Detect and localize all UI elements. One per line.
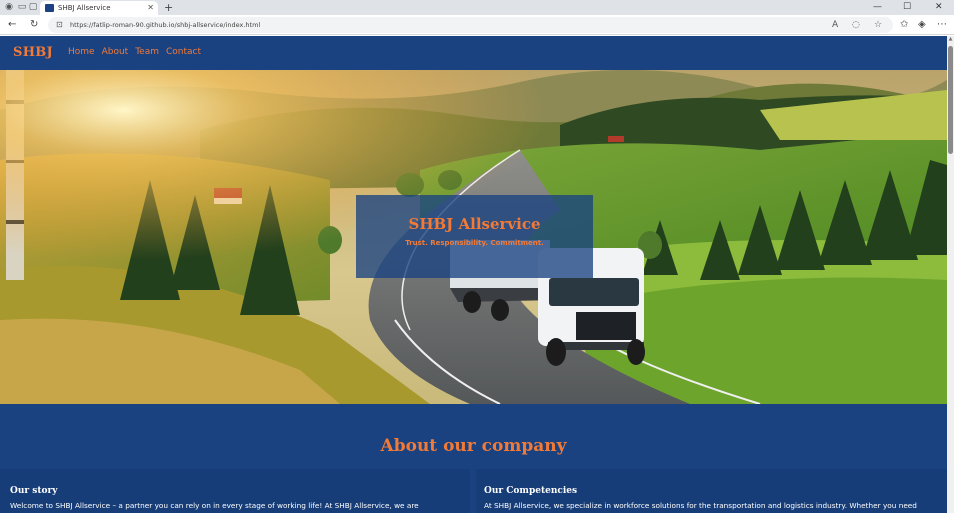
close-icon[interactable]: ✕ (147, 1, 154, 15)
window-close-icon[interactable]: ✕ (935, 0, 943, 15)
read-aloud-icon[interactable]: A (832, 17, 838, 33)
minimize-icon[interactable]: — (873, 0, 882, 15)
address-bar[interactable]: ⊡ https://fatlip-roman-90.github.io/shbj… (48, 17, 893, 33)
about-title: About our company (380, 436, 567, 456)
vertical-scrollbar[interactable]: ▲ (947, 36, 954, 513)
competencies-card: Our Competencies At SHBJ Allservice, we … (476, 469, 947, 513)
browser-tab[interactable]: SHBJ Allservice ✕ (40, 1, 158, 15)
maximize-icon[interactable]: ☐ (903, 0, 911, 15)
scrollbar-thumb[interactable] (948, 46, 953, 154)
browser-tab-bar: ◉ ▭ ▢ SHBJ Allservice ✕ + — ☐ ✕ (0, 0, 954, 15)
competencies-text: At SHBJ Allservice, we specialize in wor… (484, 501, 917, 510)
story-text: Welcome to SHBJ Allservice – a partner y… (10, 501, 419, 510)
hero-title: SHBJ Allservice (408, 215, 541, 233)
site-navbar: SHBJ Home About Team Contact (0, 36, 947, 70)
site-logo[interactable]: SHBJ (13, 36, 53, 69)
tab-title: SHBJ Allservice (58, 4, 111, 12)
page-viewport[interactable]: SHBJ Home About Team Contact SHBJ Allser… (0, 36, 947, 513)
site-info-icon[interactable]: ⊡ (56, 17, 63, 33)
nav-link-about[interactable]: About (102, 36, 129, 70)
workspaces-icon[interactable]: ▭ (17, 2, 27, 12)
url-text[interactable]: https://fatlip-roman-90.github.io/shbj-a… (70, 17, 260, 33)
about-section: About our company Our story Welcome to S… (0, 404, 947, 513)
browser-toolbar: ← ↻ ⊡ https://fatlip-roman-90.github.io/… (0, 15, 954, 35)
back-icon[interactable]: ← (8, 15, 16, 35)
refresh-icon[interactable]: ↻ (30, 15, 38, 35)
more-icon[interactable]: ⋯ (937, 15, 947, 35)
copilot-icon[interactable]: ◈ (918, 15, 926, 35)
competencies-heading: Our Competencies (484, 486, 578, 496)
favorites-bar-icon[interactable]: ✩ (900, 15, 908, 35)
hero-section: SHBJ Allservice Trust. Responsibility. C… (0, 70, 947, 404)
nav-link-contact[interactable]: Contact (166, 36, 201, 70)
profile-icon[interactable]: ◉ (4, 2, 14, 12)
nav-links: Home About Team Contact (68, 36, 201, 70)
favicon-icon (45, 4, 54, 12)
favorite-icon[interactable]: ☆ (874, 17, 882, 33)
hero-banner: SHBJ Allservice Trust. Responsibility. C… (356, 195, 593, 278)
new-tab-icon[interactable]: + (164, 0, 173, 15)
scroll-up-icon[interactable]: ▲ (947, 36, 954, 43)
nav-link-home[interactable]: Home (68, 36, 95, 70)
hero-tagline: Trust. Responsibility. Commitment. (405, 239, 544, 247)
story-heading: Our story (10, 486, 58, 496)
nav-link-team[interactable]: Team (135, 36, 159, 70)
tab-actions-icon[interactable]: ▢ (28, 2, 38, 12)
story-card: Our story Welcome to SHBJ Allservice – a… (0, 469, 470, 513)
tracking-icon[interactable]: ◌ (852, 17, 860, 33)
